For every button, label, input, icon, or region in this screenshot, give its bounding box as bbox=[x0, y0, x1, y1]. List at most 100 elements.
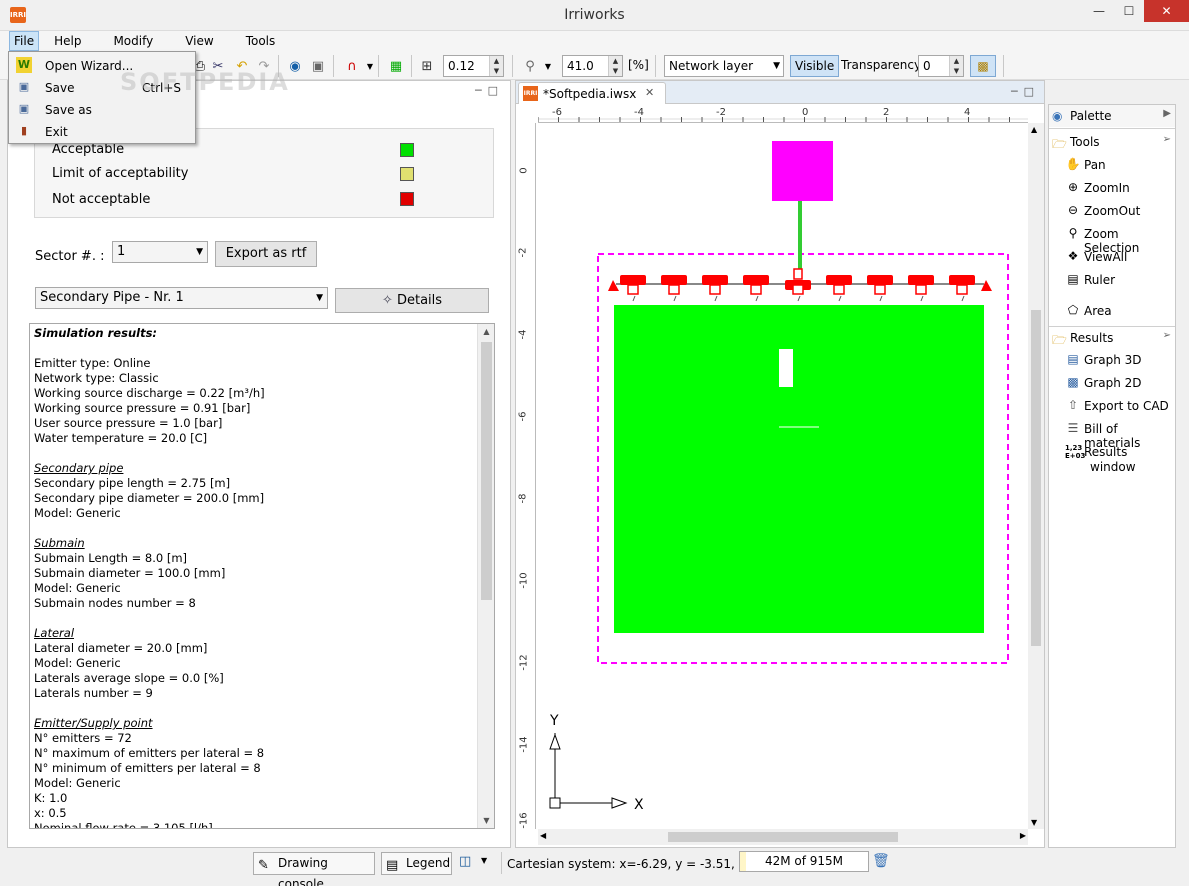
close-button[interactable]: ✕ bbox=[1144, 0, 1189, 22]
tab-softpedia[interactable]: IRRI *Softpedia.iwsx ✕ bbox=[518, 82, 666, 104]
emitter-valve[interactable] bbox=[874, 284, 886, 295]
network-drawing[interactable]: Y X bbox=[538, 123, 1028, 829]
results-line: Emitter type: Online bbox=[34, 356, 151, 370]
simulation-results[interactable]: Simulation results: Emitter type: Online… bbox=[29, 323, 495, 829]
results-scrollbar[interactable]: ▲ ▼ bbox=[477, 324, 494, 828]
menu-save-as[interactable]: ▣ Save as bbox=[9, 98, 195, 120]
menu-view[interactable]: View bbox=[176, 31, 222, 51]
drawing-console-button[interactable]: ✎ Drawing console bbox=[253, 852, 375, 886]
editor-horizontal-scrollbar[interactable]: ◀ ▶ bbox=[538, 829, 1028, 845]
scrollbar-thumb[interactable] bbox=[481, 342, 492, 600]
editor-minmax-icon[interactable]: ─□ bbox=[1011, 85, 1040, 98]
ruler-tick: -14 bbox=[518, 736, 530, 753]
grid-icon[interactable]: ⊞ bbox=[417, 56, 437, 76]
sector-select-value: 1 bbox=[117, 244, 126, 259]
tools-drawer-header[interactable]: 🗁 Tools ➢ bbox=[1049, 131, 1175, 153]
emitter-valve[interactable] bbox=[956, 284, 968, 295]
emitter-valve[interactable] bbox=[833, 284, 845, 295]
wizard-icon: W bbox=[16, 57, 32, 73]
result-results-window[interactable]: 1,23 E+03 Results window bbox=[1063, 444, 1175, 476]
visible-toggle[interactable]: Visible bbox=[790, 55, 840, 77]
legend-swatch-acceptable bbox=[400, 143, 414, 157]
results-drawer-header[interactable]: 🗁 Results ➢ bbox=[1049, 327, 1175, 349]
zoom-dropdown-icon[interactable]: ▼ bbox=[538, 56, 558, 76]
scroll-down-icon[interactable]: ▼ bbox=[1031, 818, 1037, 827]
emitter-node[interactable] bbox=[826, 275, 852, 285]
submain-end-marker bbox=[608, 280, 619, 291]
supply-connector[interactable] bbox=[793, 268, 803, 280]
magnet-dropdown-icon[interactable]: ▼ bbox=[360, 56, 380, 76]
spinner-arrows-icon[interactable]: ▲ ▼ bbox=[949, 56, 963, 76]
exit-door-icon: ▮ bbox=[20, 124, 28, 137]
bar-chart-icon: ▩ bbox=[1067, 375, 1079, 389]
emitter-node[interactable] bbox=[949, 275, 975, 285]
menu-help[interactable]: Help bbox=[45, 31, 90, 51]
trash-icon[interactable]: 🗑 bbox=[872, 853, 890, 869]
maximize-button[interactable]: ☐ bbox=[1114, 0, 1144, 22]
transparency-spinner[interactable]: 0 ▲ ▼ bbox=[918, 55, 964, 77]
export-icon: ⇧ bbox=[1067, 398, 1079, 412]
spinner-arrows-icon[interactable]: ▲ ▼ bbox=[608, 56, 622, 76]
stroke-width-spinner[interactable]: 0.12 ▲ ▼ bbox=[443, 55, 504, 77]
layer-select[interactable]: Network layer ▼ bbox=[664, 55, 784, 77]
legend-button[interactable]: ▤ Legend bbox=[381, 852, 452, 875]
emitter-node[interactable] bbox=[620, 275, 646, 285]
image-icon[interactable]: ▣ bbox=[308, 56, 328, 76]
scrollbar-thumb[interactable] bbox=[668, 832, 898, 842]
results-line: Secondary pipe diameter = 200.0 [mm] bbox=[34, 491, 265, 505]
results-section-title: Lateral bbox=[34, 626, 75, 640]
export-rtf-button[interactable]: Export as rtf bbox=[215, 241, 317, 267]
emitter-valve[interactable] bbox=[792, 284, 804, 295]
panel-minmax-icon[interactable]: ─□ bbox=[475, 84, 504, 97]
menu-exit[interactable]: ▮ Exit bbox=[9, 120, 195, 142]
emitter-node[interactable] bbox=[702, 275, 728, 285]
emitter-valve[interactable] bbox=[668, 284, 680, 295]
lateral-stub bbox=[961, 295, 965, 302]
emitter-node[interactable] bbox=[867, 275, 893, 285]
sector-select[interactable]: 1 ▼ bbox=[112, 241, 208, 263]
pentagon-icon: ⬠ bbox=[1067, 303, 1079, 317]
menu-tools[interactable]: Tools bbox=[237, 31, 285, 51]
emitter-group[interactable] bbox=[620, 268, 975, 302]
drawing-canvas[interactable]: Y X bbox=[538, 123, 1028, 829]
network-icon[interactable]: ◫ bbox=[459, 854, 471, 869]
list-icon: ☰ bbox=[1067, 421, 1079, 435]
spinner-arrows-icon[interactable]: ▲ ▼ bbox=[489, 56, 503, 76]
palette-header[interactable]: ◉ Palette ▶ bbox=[1049, 105, 1175, 127]
map-icon[interactable]: ▦ bbox=[386, 56, 406, 76]
emitter-valve[interactable] bbox=[709, 284, 721, 295]
scrollbar-thumb[interactable] bbox=[1031, 310, 1041, 646]
pin-icon[interactable]: ➢ bbox=[1163, 134, 1171, 145]
scroll-up-icon[interactable]: ▲ bbox=[1031, 125, 1037, 134]
emitter-valve[interactable] bbox=[750, 284, 762, 295]
emitter-valve[interactable] bbox=[627, 284, 639, 295]
minimize-button[interactable]: — bbox=[1084, 0, 1114, 22]
zoom-in-icon: ⊕ bbox=[1067, 180, 1079, 194]
network-dropdown-icon[interactable]: ▼ bbox=[481, 856, 487, 865]
scroll-left-icon[interactable]: ◀ bbox=[540, 831, 546, 840]
zoom-spinner[interactable]: 41.0 ▲ ▼ bbox=[562, 55, 623, 77]
window-controls: — ☐ ✕ bbox=[1084, 0, 1189, 22]
pipe-select[interactable]: Secondary Pipe - Nr. 1 ▼ bbox=[35, 287, 328, 309]
results-line: N° minimum of emitters per lateral = 8 bbox=[34, 761, 261, 775]
editor-vertical-scrollbar[interactable]: ▲ ▼ bbox=[1028, 123, 1044, 829]
magnet-icon[interactable]: ∩ bbox=[342, 56, 362, 76]
scroll-up-icon[interactable]: ▲ bbox=[478, 327, 494, 336]
water-source[interactable] bbox=[772, 141, 833, 201]
lock-layer-icon[interactable]: ▩ bbox=[970, 55, 996, 77]
zoom-icon[interactable]: ⚲ bbox=[520, 56, 540, 76]
menu-modify[interactable]: Modify bbox=[104, 31, 162, 51]
details-button[interactable]: ✧ Details bbox=[335, 288, 489, 313]
pin-icon[interactable]: ➢ bbox=[1163, 330, 1171, 341]
menu-file[interactable]: File bbox=[9, 31, 40, 51]
tab-close-icon[interactable]: ✕ bbox=[645, 86, 654, 99]
emitter-node[interactable] bbox=[743, 275, 769, 285]
scroll-down-icon[interactable]: ▼ bbox=[478, 816, 494, 825]
chevron-right-icon[interactable]: ▶ bbox=[1163, 108, 1171, 119]
irrigated-area[interactable] bbox=[614, 305, 984, 633]
emitter-node[interactable] bbox=[661, 275, 687, 285]
emitter-valve[interactable] bbox=[915, 284, 927, 295]
results-heading: Simulation results: bbox=[34, 326, 158, 340]
emitter-node[interactable] bbox=[908, 275, 934, 285]
scroll-right-icon[interactable]: ▶ bbox=[1020, 831, 1026, 840]
